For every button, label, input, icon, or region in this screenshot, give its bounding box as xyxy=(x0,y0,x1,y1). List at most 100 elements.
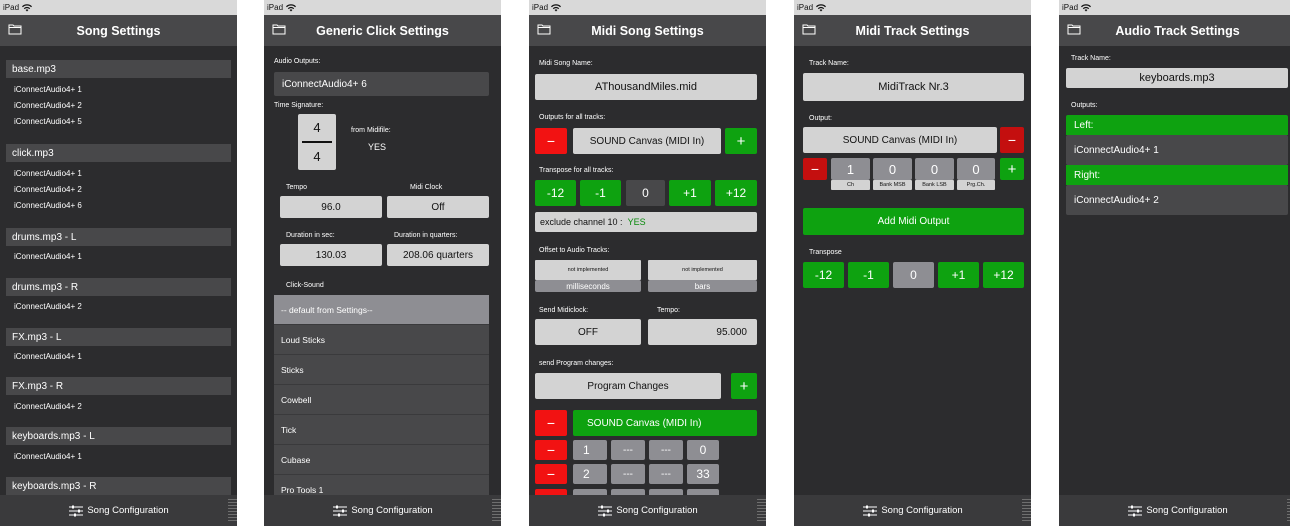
scroll-grip[interactable] xyxy=(1022,499,1031,523)
add-program-change-button[interactable]: + xyxy=(731,373,757,399)
file-header[interactable]: drums.mp3 - L xyxy=(6,228,231,246)
file-header[interactable]: keyboards.mp3 - L xyxy=(6,427,231,445)
pc-program[interactable]: 33 xyxy=(687,464,719,484)
output-device-select[interactable]: SOUND Canvas (MIDI In) xyxy=(573,128,721,154)
pc-device-select[interactable]: SOUND Canvas (MIDI In) xyxy=(573,410,757,436)
pc-bank-lsb[interactable]: --- xyxy=(649,464,683,484)
file-header[interactable]: base.mp3 xyxy=(6,60,231,78)
transpose-plus-1[interactable]: +1 xyxy=(938,262,979,288)
file-header[interactable]: keyboards.mp3 - R xyxy=(6,477,231,495)
program-change-caption: Prg.Ch. xyxy=(957,180,995,190)
send-midiclock-toggle[interactable]: OFF xyxy=(535,319,641,345)
transpose-plus-1[interactable]: +1 xyxy=(669,180,711,206)
audio-output-field[interactable]: iConnectAudio4+ 6 xyxy=(274,72,489,96)
scroll-grip[interactable] xyxy=(228,499,237,523)
channel-value[interactable]: 1 xyxy=(831,158,870,180)
offset-bars-field[interactable]: not implemented xyxy=(648,260,757,280)
folder-icon[interactable] xyxy=(1067,23,1081,35)
left-output-item[interactable]: iConnectAudio4+ 1 xyxy=(1066,135,1288,165)
output-label: Output: xyxy=(809,115,832,122)
transpose-minus-1[interactable]: -1 xyxy=(580,180,621,206)
folder-icon[interactable] xyxy=(802,23,816,35)
exclude-label: exclude channel 10 : xyxy=(540,217,623,227)
pc-bank-msb[interactable]: --- xyxy=(611,440,645,460)
tempo-field[interactable]: 96.0 xyxy=(280,196,382,218)
sound-option[interactable]: Pro Tools 1 xyxy=(274,475,489,495)
remove-pc-row-button[interactable]: − xyxy=(535,440,567,460)
audio-track-settings-screen: iPad Audio Track Settings Track Name: ke… xyxy=(1059,0,1290,526)
track-name-field[interactable]: MidiTrack Nr.3 xyxy=(803,73,1024,101)
pc-channel[interactable]: 2 xyxy=(573,464,607,484)
tempo-field[interactable]: 95.000 xyxy=(648,319,757,345)
output-device-select[interactable]: SOUND Canvas (MIDI In) xyxy=(803,127,997,153)
song-settings-screen: iPad Song Settings base.mp3 iConnectAudi… xyxy=(0,0,237,526)
sound-option-default[interactable]: -- default from Settings-- xyxy=(274,295,489,325)
exclude-channel-10-toggle[interactable]: exclude channel 10 : YES xyxy=(535,212,757,232)
remove-output-button[interactable]: − xyxy=(535,128,567,154)
transpose-zero[interactable]: 0 xyxy=(893,262,934,288)
program-change-value[interactable]: 0 xyxy=(957,158,995,180)
transpose-plus-12[interactable]: +12 xyxy=(715,180,757,206)
sliders-icon xyxy=(69,505,84,516)
sound-option[interactable]: Cowbell xyxy=(274,385,489,415)
remove-pc-row-button[interactable]: − xyxy=(535,464,567,484)
tab-song-configuration[interactable]: Song Configuration xyxy=(1059,495,1290,526)
remove-mapping-button[interactable]: − xyxy=(803,158,827,180)
file-header[interactable]: FX.mp3 - L xyxy=(6,328,231,346)
sound-option[interactable]: Cubase xyxy=(274,445,489,475)
pc-bank-lsb[interactable]: --- xyxy=(649,440,683,460)
folder-icon[interactable] xyxy=(537,23,551,35)
offset-ms-field[interactable]: not implemented xyxy=(535,260,641,280)
transpose-minus-1[interactable]: -1 xyxy=(848,262,889,288)
track-name-label: Track Name: xyxy=(1071,55,1111,62)
scroll-grip[interactable] xyxy=(492,499,501,523)
track-name-field[interactable]: keyboards.mp3 xyxy=(1066,68,1288,88)
transpose-zero[interactable]: 0 xyxy=(626,180,665,206)
scroll-grip[interactable] xyxy=(757,499,766,523)
folder-icon[interactable] xyxy=(8,23,22,35)
sliders-icon xyxy=(598,505,613,516)
pc-channel[interactable]: 1 xyxy=(573,440,607,460)
transpose-minus-12[interactable]: -12 xyxy=(535,180,576,206)
transpose-minus-12[interactable]: -12 xyxy=(803,262,844,288)
pc-bank-msb[interactable]: --- xyxy=(611,464,645,484)
file-header[interactable]: drums.mp3 - R xyxy=(6,278,231,296)
channel-caption: Ch xyxy=(831,180,870,190)
bank-lsb-value[interactable]: 0 xyxy=(915,158,954,180)
bank-msb-value[interactable]: 0 xyxy=(873,158,912,180)
program-changes-select[interactable]: Program Changes xyxy=(535,373,721,399)
remove-output-button[interactable]: − xyxy=(1000,127,1024,153)
wifi-icon xyxy=(1081,3,1092,11)
folder-icon[interactable] xyxy=(272,23,286,35)
offset-label: Offset to Audio Tracks: xyxy=(539,247,610,254)
tab-song-configuration[interactable]: Song Configuration xyxy=(794,495,1031,526)
tab-label: Song Configuration xyxy=(351,505,433,516)
midi-clock-toggle[interactable]: Off xyxy=(387,196,489,218)
add-midi-output-button[interactable]: Add Midi Output xyxy=(803,208,1024,235)
tab-song-configuration[interactable]: Song Configuration xyxy=(0,495,237,526)
file-header[interactable]: FX.mp3 - R xyxy=(6,377,231,395)
device-label: iPad xyxy=(532,3,549,12)
audio-outputs-label: Audio Outputs: xyxy=(274,58,321,65)
sound-option[interactable]: Sticks xyxy=(274,355,489,385)
add-mapping-button[interactable]: + xyxy=(1000,158,1024,180)
transpose-plus-12[interactable]: +12 xyxy=(983,262,1024,288)
pc-program[interactable]: 0 xyxy=(687,440,719,460)
tempo-label: Tempo: xyxy=(657,307,680,314)
song-name-field[interactable]: AThousandMiles.mid xyxy=(535,74,757,100)
remove-pc-device-button[interactable]: − xyxy=(535,410,567,436)
right-output-item[interactable]: iConnectAudio4+ 2 xyxy=(1066,185,1288,215)
time-signature-picker[interactable]: 4 4 xyxy=(298,114,336,170)
tab-song-configuration[interactable]: Song Configuration xyxy=(264,495,501,526)
nav-bar: Audio Track Settings xyxy=(1059,15,1290,46)
duration-sec-field[interactable]: 130.03 xyxy=(280,244,382,266)
tab-song-configuration[interactable]: Song Configuration xyxy=(529,495,766,526)
duration-quarters-field[interactable]: 208.06 quarters xyxy=(387,244,489,266)
page-title: Midi Track Settings xyxy=(855,23,970,38)
time-signature-label: Time Signature: xyxy=(274,102,324,109)
page-title: Audio Track Settings xyxy=(1115,23,1240,38)
file-header[interactable]: click.mp3 xyxy=(6,144,231,162)
sound-option[interactable]: Tick xyxy=(274,415,489,445)
sound-option[interactable]: Loud Sticks xyxy=(274,325,489,355)
add-output-button[interactable]: + xyxy=(725,128,757,154)
